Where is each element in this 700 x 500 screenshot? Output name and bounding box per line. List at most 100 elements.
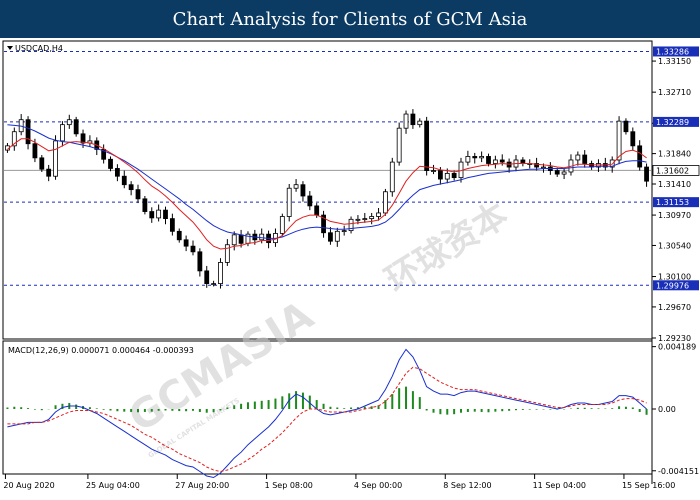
candle-bullish [156, 209, 162, 219]
candle-bearish [121, 175, 127, 186]
candle-bullish [355, 218, 361, 221]
candle-bearish [128, 184, 134, 191]
candle-bearish [39, 157, 45, 170]
candle-bearish [190, 245, 196, 253]
main-panel-frame [2, 40, 653, 340]
x-tick-label: 4 Sep 00:00 [354, 481, 402, 490]
candle-bullish [53, 140, 58, 177]
candle-bullish [259, 233, 265, 241]
candle-bearish [176, 230, 182, 241]
candle-bullish [286, 187, 292, 217]
level-price-label: 1.31153 [656, 198, 689, 207]
macd-y-tick-label: 0.00 [658, 405, 676, 414]
y-tick-label: 1.31410 [658, 180, 691, 189]
x-tick-label: 15 Sep 16:00 [622, 481, 675, 490]
candle-bullish [389, 161, 395, 193]
page-title: Chart Analysis for Clients of GCM Asia [172, 8, 528, 30]
candle-bullish [334, 230, 340, 242]
candle-bearish [630, 131, 636, 147]
y-tick-label: 1.32710 [658, 88, 691, 97]
level-price-label: 1.29976 [656, 281, 689, 290]
candle-bearish [520, 159, 526, 164]
candle-bearish [644, 166, 649, 182]
candle-bearish [197, 251, 203, 272]
candle-bullish [369, 216, 375, 220]
header-bar: Chart Analysis for Clients of GCM Asia [0, 0, 700, 38]
candle-bullish [293, 184, 299, 189]
candle-bearish [300, 184, 306, 197]
candle-bearish [163, 209, 168, 220]
candle-bearish [437, 170, 443, 180]
x-tick-label: 20 Aug 2020 [3, 481, 54, 490]
chart-title: USDCAD,H4 [15, 44, 63, 53]
candle-bullish [561, 171, 567, 175]
candle-bullish [66, 119, 72, 126]
y-tick-label: 1.30540 [658, 241, 691, 250]
y-tick-label: 1.30100 [658, 273, 691, 282]
candle-bullish [60, 124, 65, 142]
candle-bullish [417, 120, 423, 126]
candle-bearish [135, 189, 141, 200]
candle-bullish [479, 156, 485, 159]
candle-bullish [279, 216, 285, 234]
candle-bearish [472, 156, 478, 159]
x-tick-label: 1 Sep 08:00 [265, 481, 313, 490]
level-price-label: 1.33286 [656, 47, 689, 56]
candle-bearish [314, 205, 320, 216]
y-tick-label: 1.30970 [658, 211, 691, 220]
candle-bullish [492, 159, 498, 164]
y-tick-label: 1.33150 [658, 57, 691, 66]
candle-bullish [211, 283, 217, 286]
candle-bearish [582, 154, 588, 164]
candle-bearish [451, 172, 457, 179]
candle-bearish [637, 145, 643, 168]
y-tick-label: 1.29670 [658, 303, 691, 312]
x-tick-label: 27 Aug 20:00 [175, 481, 229, 490]
candle-bearish [238, 234, 244, 244]
candle-bullish [341, 230, 347, 233]
candle-bearish [46, 168, 52, 177]
candle-bearish [183, 239, 189, 247]
candle-bullish [231, 234, 237, 246]
candle-bearish [499, 159, 505, 163]
candle-bullish [403, 113, 409, 129]
x-tick-label: 8 Sep 12:00 [443, 481, 491, 490]
candle-bearish [204, 270, 210, 285]
candle-bearish [424, 120, 430, 171]
candle-bearish [554, 170, 560, 175]
x-tick-label: 25 Aug 04:00 [86, 481, 140, 490]
candle-bullish [444, 172, 450, 180]
candle-bullish [376, 212, 381, 217]
candle-bearish [410, 113, 416, 126]
candle-bearish [307, 195, 313, 207]
candle-bullish [396, 127, 402, 163]
candle-bearish [114, 168, 120, 177]
macd-y-tick-label: 0.004189 [658, 343, 696, 352]
candle-bullish [431, 170, 436, 172]
macd-panel-frame [2, 340, 653, 475]
candle-bullish [362, 218, 368, 221]
price-chart: GCMASIA GLOBAL CAPITAL MARKETS 环球资本 1.33… [2, 40, 700, 490]
candle-bullish [616, 120, 622, 161]
symbol-label: USDCAD,H4 [7, 44, 63, 53]
candle-bearish [73, 119, 79, 135]
macd-y-tick-label: -0.004151 [658, 467, 699, 476]
candle-bearish [328, 232, 333, 242]
candle-bearish [169, 218, 175, 232]
candle-bullish [218, 262, 223, 285]
candle-bearish [108, 158, 113, 169]
candle-bearish [623, 120, 629, 133]
candle-bearish [142, 198, 148, 212]
y-tick-label: 1.31840 [658, 150, 691, 159]
current-price-label: 1.31602 [656, 166, 689, 175]
candle-bullish [465, 156, 471, 163]
candle-bearish [486, 156, 491, 164]
candle-bullish [575, 154, 581, 161]
candle-bullish [383, 191, 388, 214]
x-tick-label: 11 Sep 04:00 [533, 481, 586, 490]
level-price-label: 1.32289 [656, 118, 689, 127]
candle-bearish [149, 211, 155, 219]
candle-bullish [541, 166, 546, 169]
candle-bearish [80, 133, 86, 144]
macd-label: MACD(12,26,9) 0.000071 0.000464 -0.00039… [8, 346, 194, 355]
